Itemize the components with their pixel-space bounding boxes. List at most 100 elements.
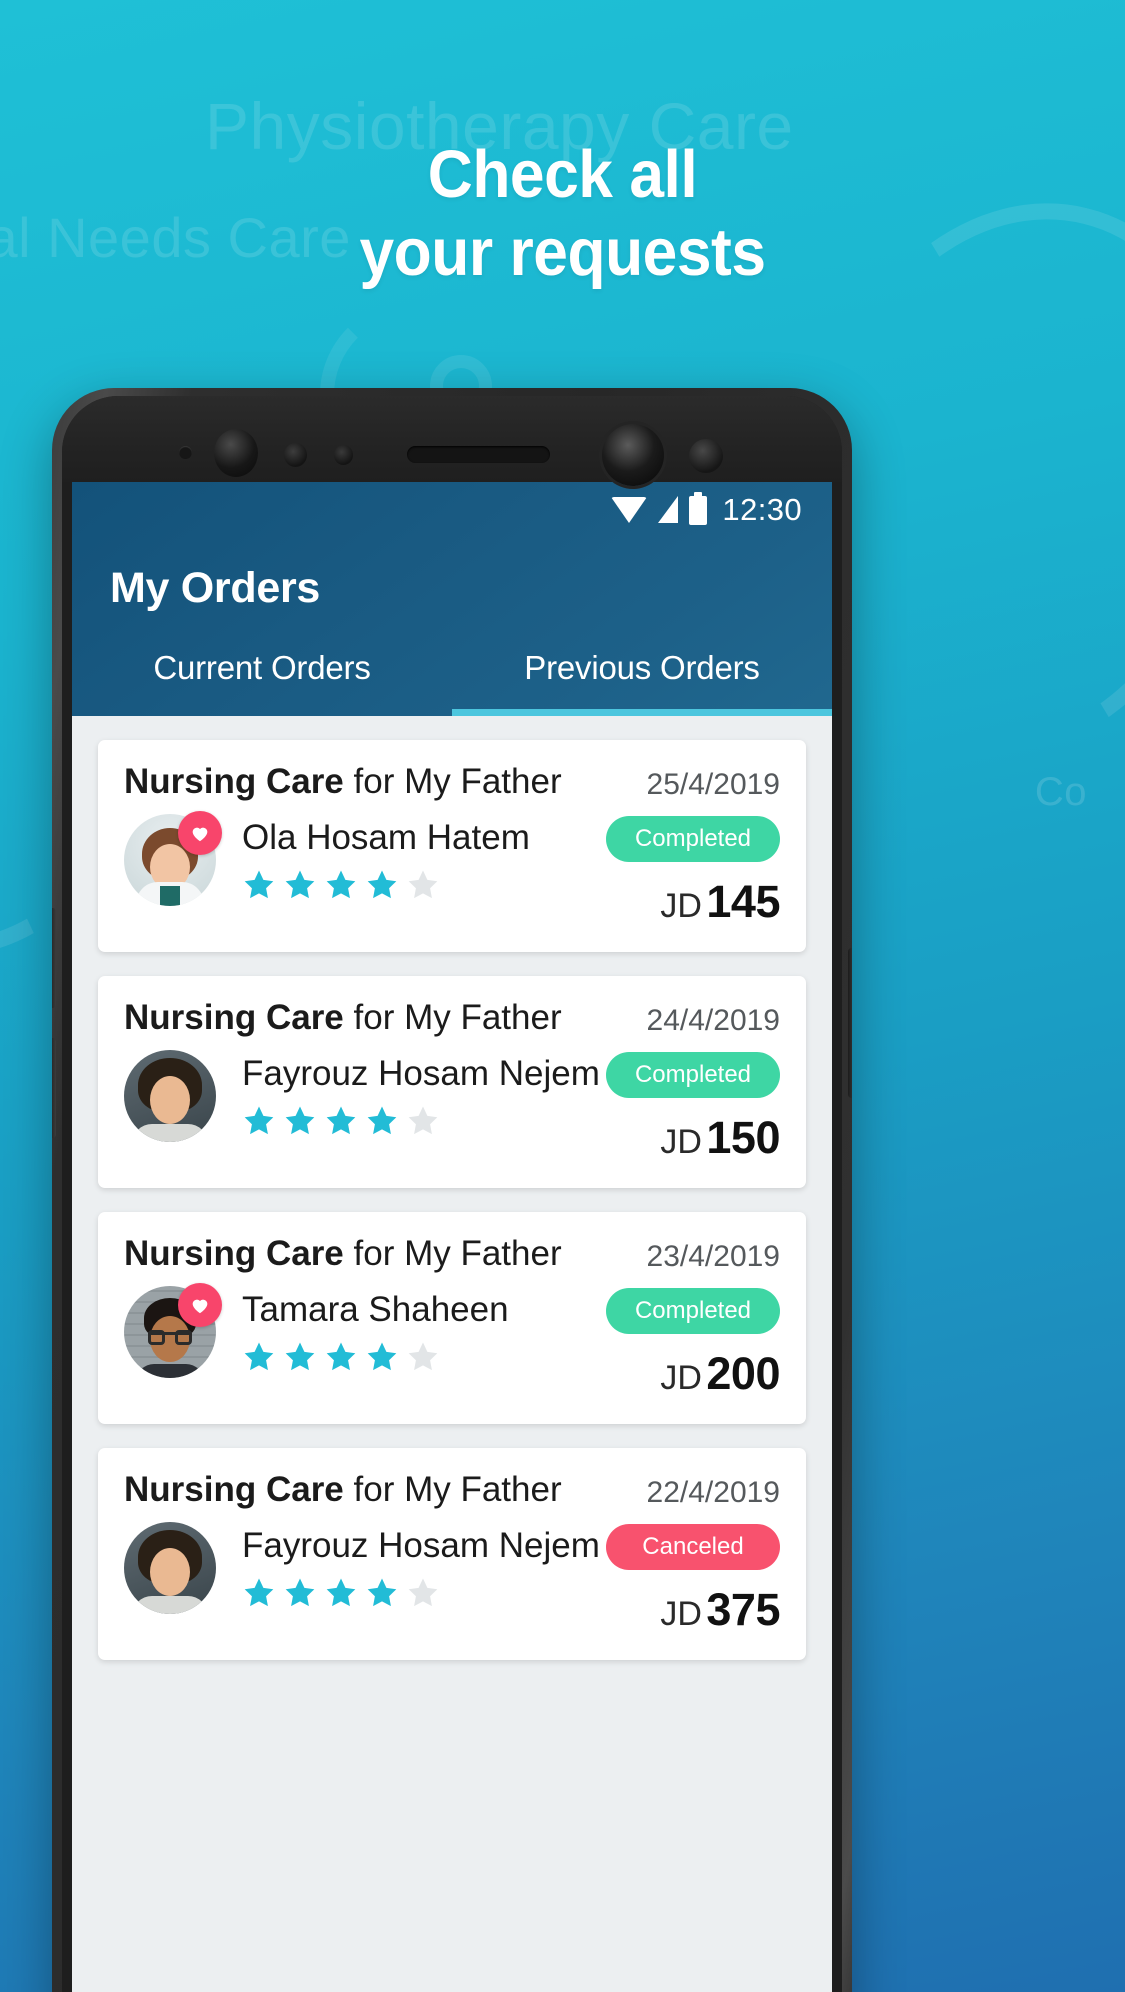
order-date: 22/4/2019 [646,1476,780,1509]
earpiece-speaker-icon [407,446,550,463]
star-filled-icon [244,1342,274,1371]
star-empty-icon [408,1106,438,1135]
favorite-heart-icon[interactable] [178,1283,222,1327]
iris-sensor-icon [284,443,307,467]
order-amount: 150 [706,1112,780,1163]
order-price: JD 200 [660,1348,780,1400]
status-badge: Completed [606,1052,780,1098]
phone-volume-down-button [52,1038,56,1138]
page-title: My Orders [110,564,320,612]
order-date: 25/4/2019 [646,768,780,801]
star-filled-icon [326,1342,356,1371]
order-amount: 145 [706,876,780,927]
battery-icon [689,491,708,525]
order-provider-row: Ola Hosam Hatem [124,811,558,906]
secondary-camera-icon [602,424,664,486]
phone-volume-up-button [52,908,56,1008]
star-filled-icon [285,1342,315,1371]
order-card[interactable]: Nursing Care for My Father Tamara Shaheen… [98,1212,806,1424]
star-empty-icon [408,1578,438,1607]
order-currency: JD [660,1359,702,1397]
order-tabs: Current Orders Previous Orders [72,649,832,716]
order-service-title: Nursing Care for My Father [124,998,562,1038]
light-sensor-icon [334,445,353,465]
orders-list[interactable]: Nursing Care for My Father Ola Hosam Hate… [72,716,832,1992]
order-provider-row: Tamara Shaheen [124,1283,558,1378]
proximity-sensor-icon [179,446,192,459]
status-badge: Completed [606,1288,780,1334]
front-camera-icon [214,429,258,477]
provider-details: Tamara Shaheen [242,1290,509,1374]
star-filled-icon [326,870,356,899]
phone-top-bezel [62,396,842,486]
status-badge: Completed [606,816,780,862]
star-filled-icon [367,1342,397,1371]
provider-name: Ola Hosam Hatem [242,818,530,857]
favorite-heart-icon[interactable] [178,811,222,855]
order-price: JD 145 [660,876,780,928]
order-card-meta: 22/4/2019 Canceled JD 375 [558,1470,780,1636]
star-filled-icon [244,1578,274,1607]
order-amount: 200 [706,1348,780,1399]
order-date: 24/4/2019 [646,1004,780,1037]
order-service-name: Nursing Care [124,762,344,801]
order-price: JD 150 [660,1112,780,1164]
headline-line-2: your requests [359,215,766,290]
star-filled-icon [367,1106,397,1135]
order-provider-row: Fayrouz Hosam Nejem [124,1522,600,1614]
star-filled-icon [285,1578,315,1607]
status-bar: 12:30 [72,482,832,538]
order-service-recipient: for My Father [343,998,562,1037]
led-indicator-icon [689,439,723,473]
rating-stars[interactable] [242,868,530,902]
order-card[interactable]: Nursing Care for My Father Fayrouz Hosam … [98,976,806,1188]
phone-screen: 12:30 My Orders Current Orders Previous … [72,482,832,1992]
provider-name: Fayrouz Hosam Nejem [242,1526,600,1565]
provider-details: Ola Hosam Hatem [242,818,530,902]
order-price: JD 375 [660,1584,780,1636]
order-card-main: Nursing Care for My Father Fayrouz Hosam … [124,998,600,1164]
order-card-main: Nursing Care for My Father Tamara Shaheen [124,1234,562,1400]
order-service-title: Nursing Care for My Father [124,762,562,802]
rating-stars[interactable] [242,1104,600,1138]
status-badge: Canceled [606,1524,780,1570]
order-service-name: Nursing Care [124,1470,344,1509]
order-service-recipient: for My Father [343,1470,562,1509]
phone-mockup: 12:30 My Orders Current Orders Previous … [52,388,852,1992]
order-currency: JD [660,887,702,925]
avatar [124,1522,216,1614]
star-empty-icon [408,870,438,899]
order-card[interactable]: Nursing Care for My Father Ola Hosam Hate… [98,740,806,952]
order-card-meta: 25/4/2019 Completed JD 145 [558,762,780,928]
status-bar-clock: 12:30 [722,492,802,527]
tab-previous-orders[interactable]: Previous Orders [452,649,832,716]
order-currency: JD [660,1595,702,1633]
star-filled-icon [326,1106,356,1135]
ghost-text-co: Co [1034,770,1087,814]
order-service-recipient: for My Father [343,1234,562,1273]
signal-icon [658,496,679,523]
order-card-meta: 24/4/2019 Completed JD 150 [558,998,780,1164]
avatar-wrapper [124,811,222,906]
order-card-main: Nursing Care for My Father Ola Hosam Hate… [124,762,562,928]
avatar-wrapper [124,1522,216,1614]
tab-current-orders[interactable]: Current Orders [72,649,452,716]
avatar [124,1050,216,1142]
rating-stars[interactable] [242,1340,509,1374]
order-card-meta: 23/4/2019 Completed JD 200 [558,1234,780,1400]
star-filled-icon [244,1106,274,1135]
avatar-wrapper [124,1050,216,1142]
app-bar: 12:30 My Orders Current Orders Previous … [72,482,832,716]
order-card[interactable]: Nursing Care for My Father Fayrouz Hosam … [98,1448,806,1660]
wifi-icon [611,497,648,523]
provider-details: Fayrouz Hosam Nejem [242,1054,600,1138]
promo-headline: Check all your requests [39,136,1085,292]
order-card-main: Nursing Care for My Father Fayrouz Hosam … [124,1470,600,1636]
star-filled-icon [244,870,274,899]
order-currency: JD [660,1123,702,1161]
headline-line-1: Check all [427,137,698,212]
order-service-name: Nursing Care [124,998,344,1037]
rating-stars[interactable] [242,1576,600,1610]
order-amount: 375 [706,1584,780,1635]
order-service-title: Nursing Care for My Father [124,1234,562,1274]
